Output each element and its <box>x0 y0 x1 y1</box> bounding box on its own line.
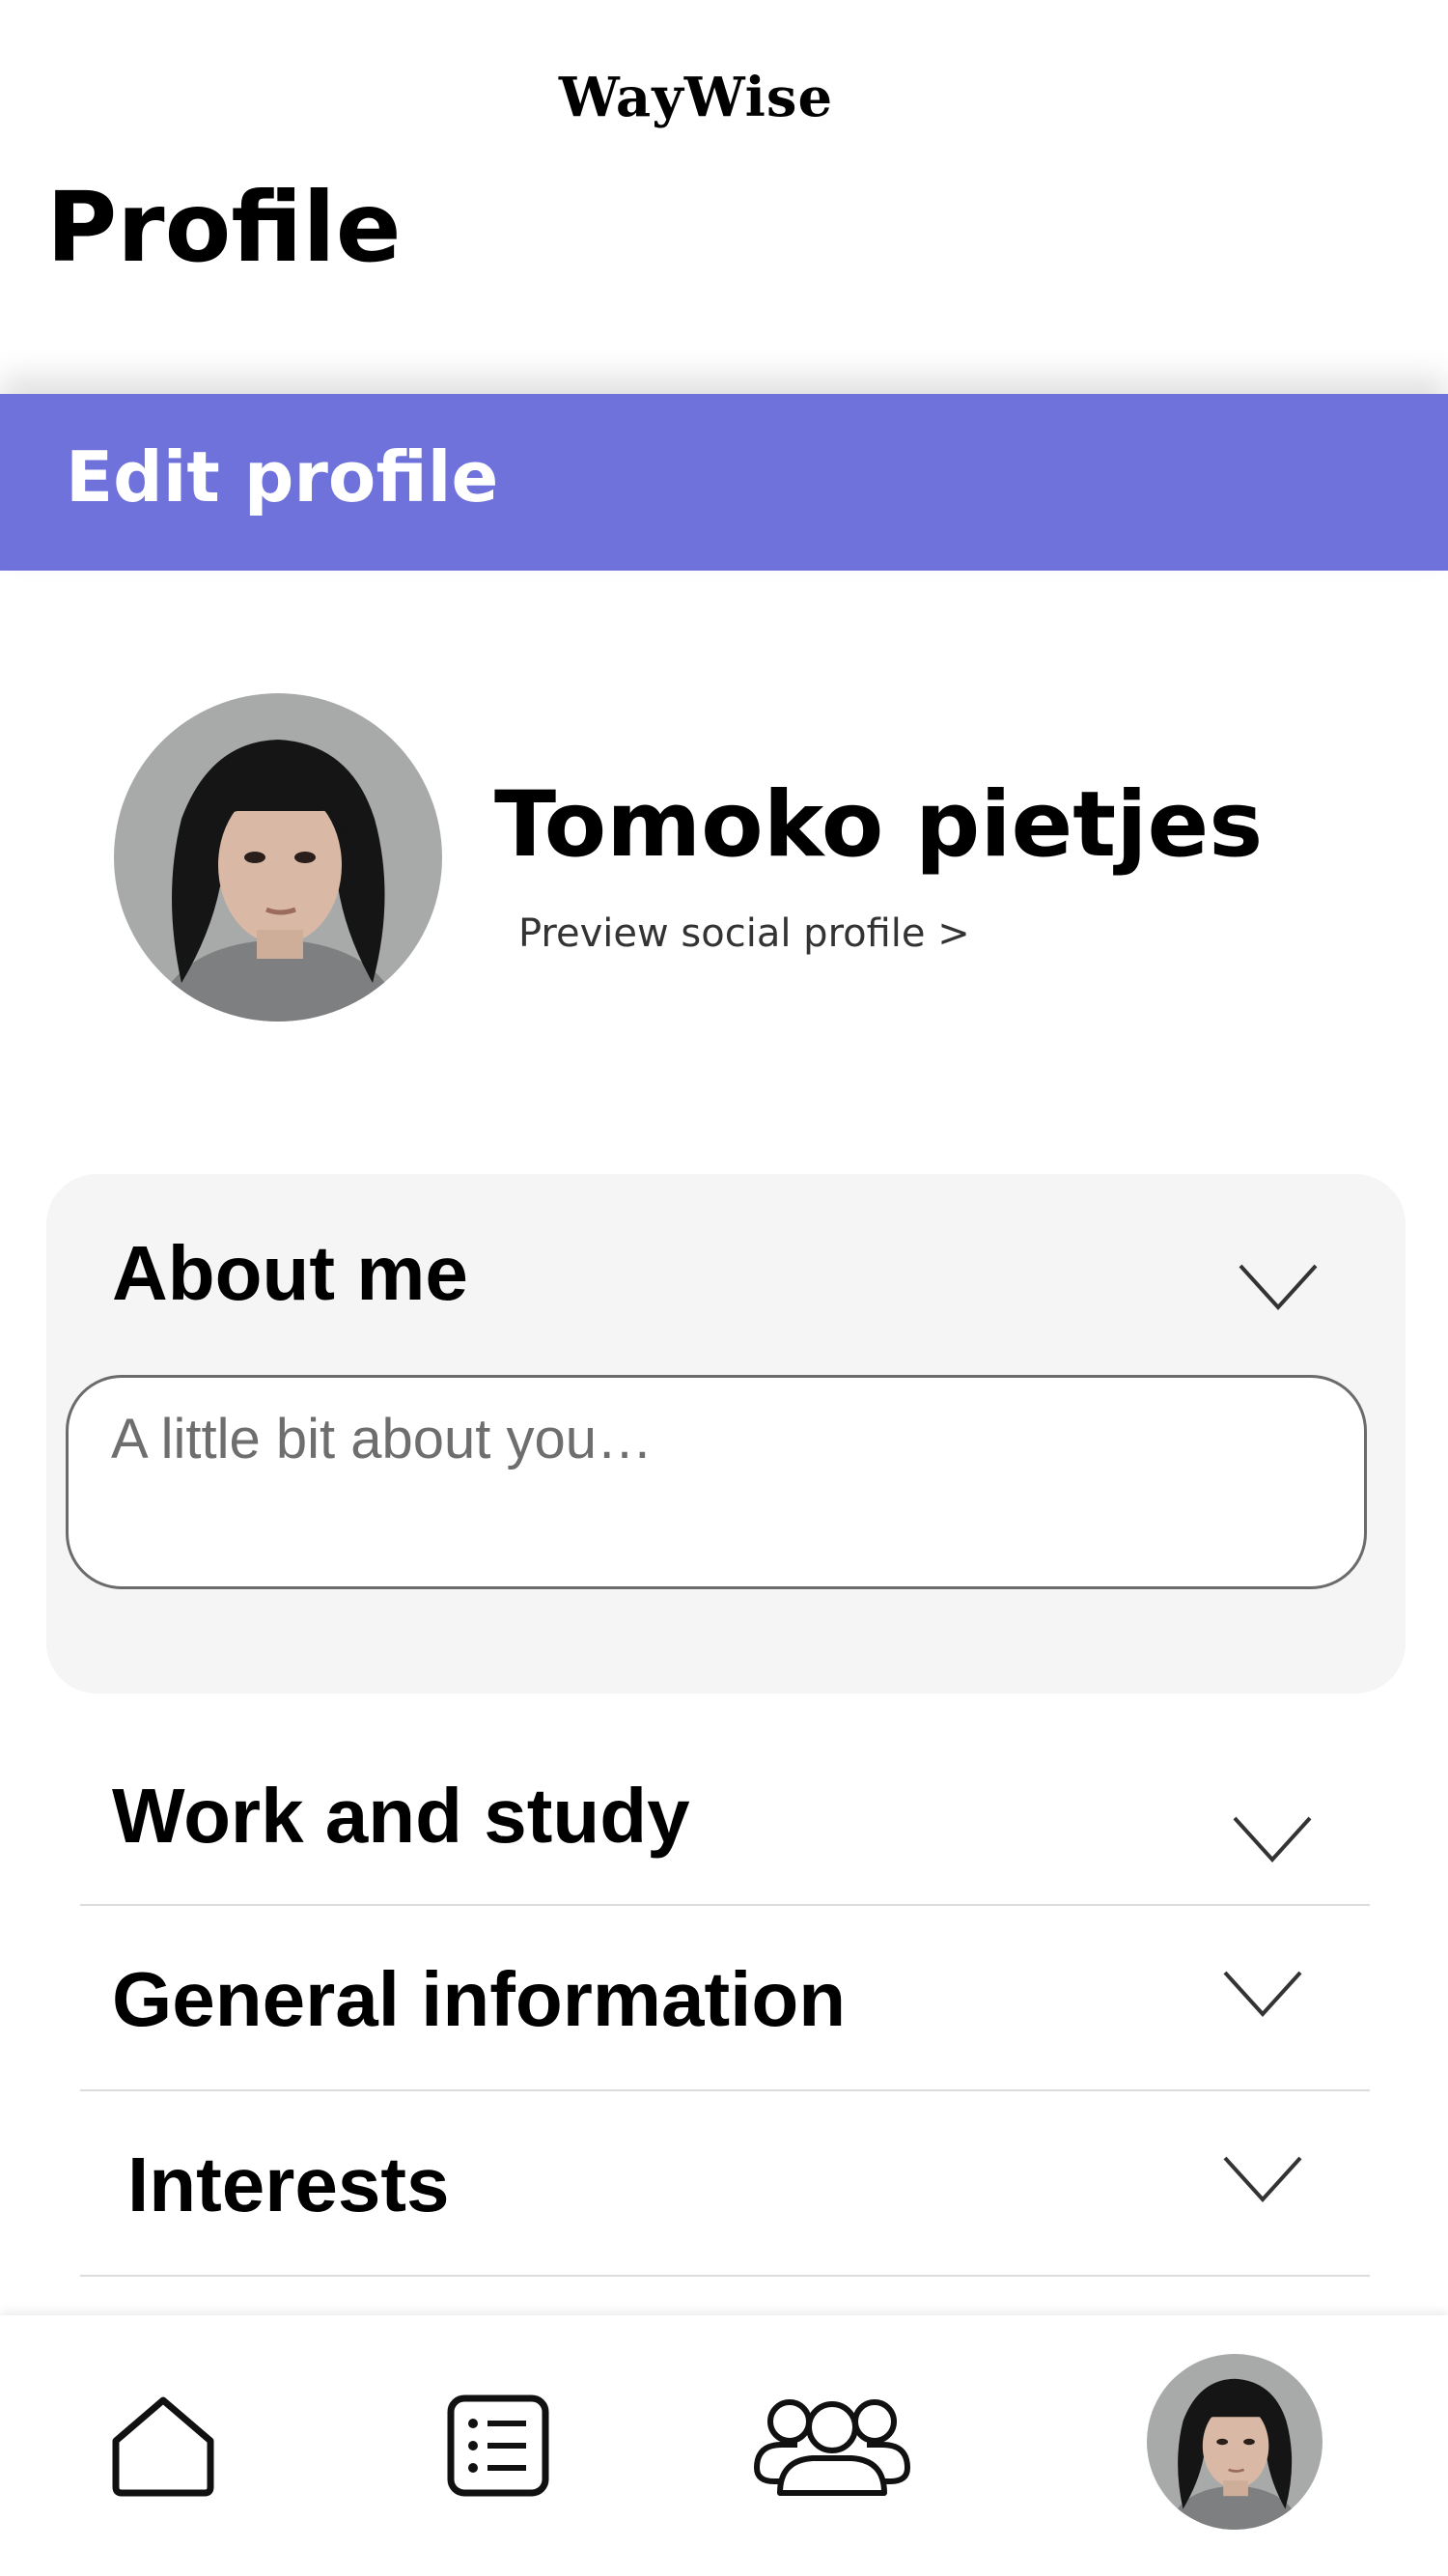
edit-profile-label: Edit profile <box>66 436 499 518</box>
list-icon <box>447 2394 549 2497</box>
preview-social-profile-link[interactable]: Preview social profile > <box>518 911 970 956</box>
chevron-down-icon[interactable] <box>1222 2155 1303 2203</box>
tab-home[interactable] <box>110 2393 216 2499</box>
avatar[interactable] <box>114 693 442 1022</box>
profile-avatar <box>1147 2354 1323 2530</box>
home-icon <box>112 2396 214 2497</box>
work-and-study-title: Work and study <box>112 1773 690 1859</box>
section-work-and-study[interactable]: Work and study <box>0 1721 1448 1906</box>
page-title: Profile <box>46 171 402 284</box>
user-name: Tomoko pietjes <box>494 772 1264 878</box>
bottom-tab-bar <box>0 2315 1448 2576</box>
section-interests[interactable]: Interests <box>0 2091 1448 2277</box>
tab-profile[interactable] <box>1147 2354 1323 2530</box>
about-me-input[interactable] <box>66 1375 1367 1589</box>
community-icon <box>754 2399 910 2496</box>
app-logo: WayWise <box>558 66 834 129</box>
avatar-photo <box>114 693 442 1022</box>
tab-list[interactable] <box>447 2394 549 2497</box>
chevron-down-icon[interactable] <box>1222 1970 1303 2018</box>
general-information-title: General information <box>112 1956 847 2042</box>
edit-profile-bar: Edit profile <box>0 394 1448 571</box>
chevron-down-icon[interactable] <box>1238 1263 1319 1311</box>
about-me-card: About me <box>46 1174 1406 1694</box>
chevron-down-icon[interactable] <box>1232 1815 1313 1863</box>
section-general-information[interactable]: General information <box>0 1906 1448 2091</box>
about-me-title: About me <box>112 1230 468 1316</box>
interests-title: Interests <box>127 2142 450 2227</box>
tab-community[interactable] <box>751 2393 913 2501</box>
divider <box>80 2275 1370 2277</box>
